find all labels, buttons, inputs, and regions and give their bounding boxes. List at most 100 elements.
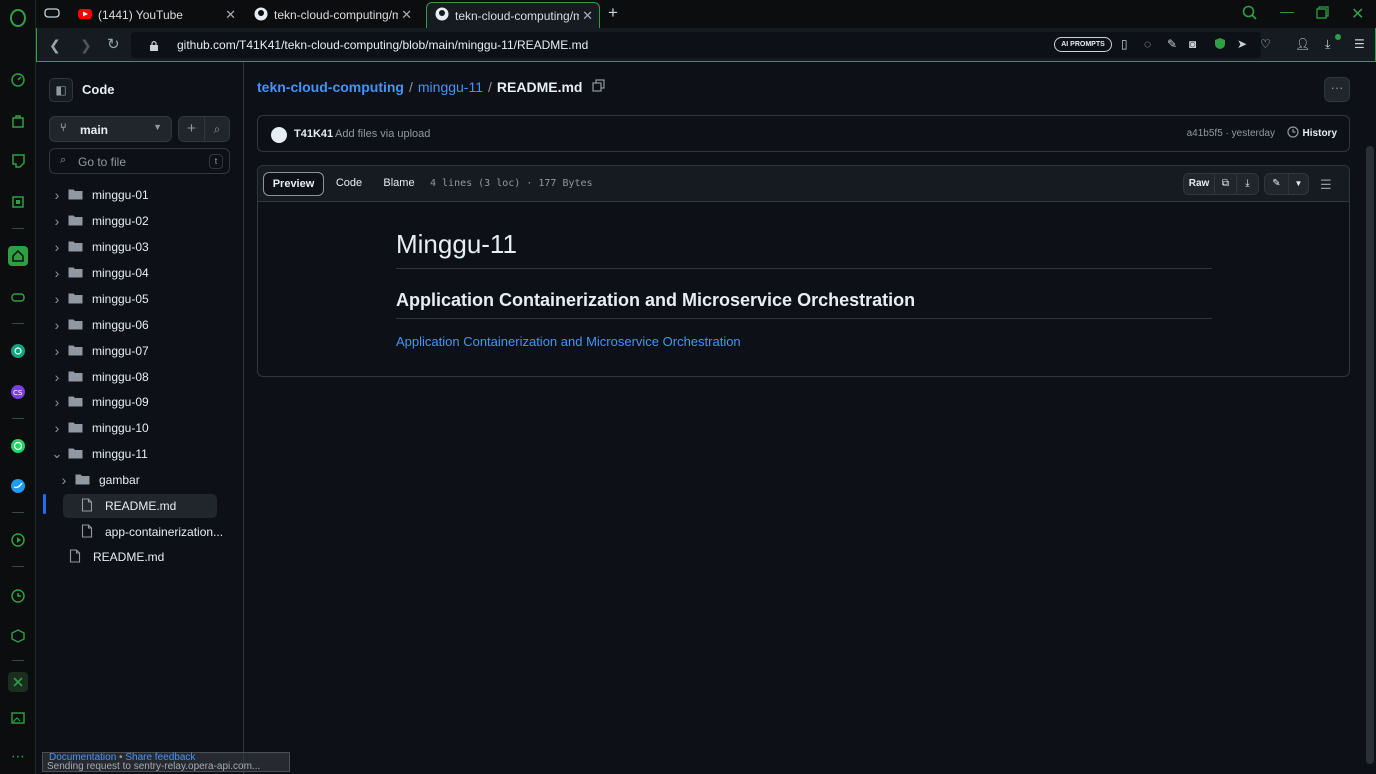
reader-icon[interactable]: ▯ xyxy=(1121,37,1128,51)
tree-folder-item[interactable]: › minggu-07 xyxy=(50,339,218,363)
tree-folder-item[interactable]: › minggu-09 xyxy=(50,390,218,414)
profile-icon[interactable]: 👤︎ xyxy=(1295,37,1310,51)
camera-icon[interactable]: ◙ xyxy=(1189,37,1196,51)
new-tab-plus-icon[interactable]: + xyxy=(608,3,618,23)
collapse-panel-button[interactable]: ◧ xyxy=(49,78,73,102)
close-icon[interactable]: ✕ xyxy=(225,7,236,23)
history-clock-icon[interactable] xyxy=(8,586,28,606)
twitch-icon[interactable] xyxy=(8,151,28,171)
share-feedback-link[interactable]: Share feedback xyxy=(125,752,195,763)
download-badge-icon xyxy=(1335,34,1341,40)
breadcrumb-folder-link[interactable]: minggu-11 xyxy=(418,79,483,95)
tree-folder-item[interactable]: › minggu-03 xyxy=(50,235,218,259)
github-icon xyxy=(254,7,268,24)
breadcrumb-repo-link[interactable]: tekn-cloud-computing xyxy=(257,79,404,95)
folder-icon xyxy=(68,318,86,333)
chat-icon[interactable]: ◌ xyxy=(1144,37,1151,51)
documentation-link[interactable]: Documentation xyxy=(49,752,116,763)
copy-raw-button[interactable]: ⧉ xyxy=(1214,173,1237,195)
opera-logo-icon[interactable] xyxy=(8,8,28,28)
search-icon: ⌕ xyxy=(60,154,67,166)
tree-file-item[interactable]: app-containerization... xyxy=(63,520,231,544)
edit-dropdown-button[interactable]: ▼ xyxy=(1288,173,1309,195)
commit-author-link[interactable]: T41K41 xyxy=(294,128,333,140)
url-text: github.com/T41K41/tekn-cloud-computing/b… xyxy=(177,38,589,52)
tree-item-label: minggu-02 xyxy=(92,214,149,228)
tab-github-1[interactable]: tekn-cloud-computing/min ✕ xyxy=(246,2,418,28)
page-scrollbar[interactable] xyxy=(1364,62,1376,774)
minimize-icon[interactable]: — xyxy=(1280,3,1294,19)
window-close-icon[interactable]: ✕ xyxy=(1351,4,1364,24)
back-icon[interactable]: ❮ xyxy=(49,37,61,54)
tab-blame[interactable]: Blame xyxy=(376,172,422,196)
outline-list-icon[interactable]: ☰ xyxy=(1320,177,1332,193)
download-icon[interactable]: ⤓ xyxy=(1325,37,1330,52)
tab-code[interactable]: Code xyxy=(328,172,370,196)
raw-button[interactable]: Raw xyxy=(1183,173,1215,195)
go-to-file-field[interactable]: ⌕ t xyxy=(49,148,230,174)
add-file-button[interactable]: + xyxy=(178,116,205,142)
search-files-button[interactable]: ⌕ xyxy=(204,116,230,142)
shopping-bag-icon[interactable] xyxy=(8,111,28,131)
twitter-icon[interactable] xyxy=(8,476,28,496)
tree-folder-item[interactable]: › minggu-10 xyxy=(50,416,218,440)
vpn-shield-icon[interactable] xyxy=(1214,37,1226,55)
history-button[interactable]: History xyxy=(1286,126,1337,141)
tab-youtube[interactable]: (1441) YouTube ✕ xyxy=(70,2,242,28)
restore-icon[interactable] xyxy=(1316,6,1329,24)
more-dots-icon[interactable]: ⋯ xyxy=(8,746,28,766)
cube-icon[interactable] xyxy=(8,626,28,646)
go-to-file-input[interactable] xyxy=(78,153,198,170)
tree-folder-item[interactable]: › minggu-06 xyxy=(50,313,218,337)
branch-selector[interactable]: ⑂ main ▼ xyxy=(49,116,172,142)
home-icon[interactable] xyxy=(8,246,28,266)
tab-preview[interactable]: Preview xyxy=(263,172,324,196)
tree-folder-item[interactable]: › minggu-05 xyxy=(50,287,218,311)
commit-sha-time[interactable]: a41b5f5 · yesterday xyxy=(1187,128,1275,139)
commit-message[interactable]: Add files via upload xyxy=(335,128,430,140)
reload-icon[interactable]: ↻ xyxy=(107,35,120,53)
gallery-icon[interactable] xyxy=(8,708,28,728)
breadcrumb-separator: / xyxy=(488,79,492,95)
tree-folder-item[interactable]: › minggu-02 xyxy=(50,209,218,233)
opera-sidebar: CS ⋯ xyxy=(0,0,36,774)
tab-github-active[interactable]: tekn-cloud-computing/min ✕ xyxy=(426,2,600,28)
chatgpt-icon[interactable] xyxy=(8,341,28,361)
whatsapp-icon[interactable] xyxy=(8,436,28,456)
tree-file-item[interactable]: README.md xyxy=(63,494,217,518)
ai-prompts-button[interactable]: AI PROMPTS xyxy=(1054,37,1112,52)
chevron-right-icon: › xyxy=(54,394,60,410)
search-icon[interactable] xyxy=(1242,5,1258,26)
download-raw-button[interactable]: ⤓ xyxy=(1236,173,1259,195)
heart-icon[interactable]: ♡ xyxy=(1260,37,1271,51)
send-icon[interactable]: ➤ xyxy=(1237,37,1247,51)
chatsonic-icon[interactable]: CS xyxy=(8,382,28,402)
tree-folder-item[interactable]: › minggu-01 xyxy=(50,183,218,207)
tree-folder-item[interactable]: ⌄ minggu-11 xyxy=(50,442,218,466)
close-icon[interactable]: ✕ xyxy=(582,8,593,24)
tree-folder-item[interactable]: › minggu-04 xyxy=(50,261,218,285)
gamepad-tab-icon[interactable] xyxy=(44,6,60,20)
folder-icon xyxy=(75,473,93,488)
markdown-link[interactable]: Application Containerization and Microse… xyxy=(396,334,741,349)
more-options-button[interactable]: ··· xyxy=(1324,77,1350,102)
avatar[interactable] xyxy=(271,127,287,143)
branch-name: main xyxy=(80,123,109,137)
tree-folder-item[interactable]: › minggu-08 xyxy=(50,365,218,389)
tree-item-label: minggu-04 xyxy=(92,266,149,280)
tree-file-item[interactable]: README.md xyxy=(51,545,219,569)
speed-dial-icon[interactable] xyxy=(8,70,28,90)
edit-file-button[interactable]: ✎ xyxy=(1264,173,1289,195)
forward-icon[interactable]: ❯ xyxy=(80,37,92,54)
copy-path-icon[interactable] xyxy=(592,79,606,95)
gamepad-icon[interactable] xyxy=(8,287,28,307)
player-icon[interactable] xyxy=(8,530,28,550)
edit-icon[interactable]: ✎ xyxy=(1167,37,1177,51)
lock-icon xyxy=(149,39,159,57)
cpu-icon[interactable] xyxy=(8,192,28,212)
scroll-thumb[interactable] xyxy=(1366,146,1374,764)
close-icon[interactable]: ✕ xyxy=(401,7,412,23)
tree-folder-item[interactable]: › gambar xyxy=(57,468,225,492)
menu-icon[interactable]: ☰ xyxy=(1354,37,1365,51)
extension-icon[interactable] xyxy=(8,672,28,692)
